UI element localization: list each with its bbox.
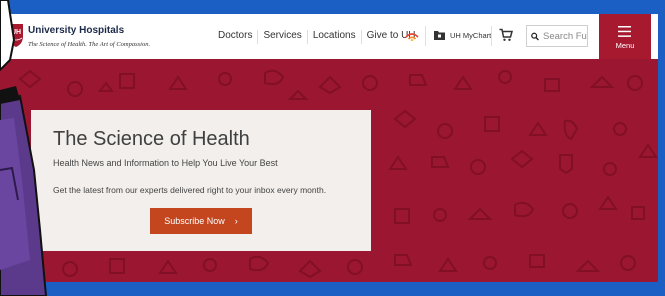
cartoon-character-overlay <box>0 0 48 296</box>
hero-subtitle: Health News and Information to Help You … <box>53 158 278 168</box>
hero-title: The Science of Health <box>53 128 250 150</box>
subscribe-label: Subscribe Now <box>164 216 225 226</box>
site-header: UH University Hospitals The Science of H… <box>0 14 658 60</box>
nav-doctors[interactable]: Doctors <box>218 30 259 44</box>
main-nav: Doctors Services Locations Give to UH <box>218 30 421 44</box>
search-box[interactable] <box>526 25 588 47</box>
signal-icon[interactable] <box>404 28 420 42</box>
chevron-right-icon: › <box>234 216 238 226</box>
cart-icon[interactable] <box>499 28 513 42</box>
menu-label: Menu <box>615 41 635 50</box>
subscribe-button[interactable]: Subscribe Now › <box>150 208 252 234</box>
search-input[interactable] <box>543 30 587 42</box>
header-divider <box>491 26 492 46</box>
hamburger-icon <box>618 26 631 37</box>
webpage: UH University Hospitals The Science of H… <box>0 14 658 282</box>
mychart-link[interactable]: UH MyChart <box>434 28 491 42</box>
menu-button[interactable]: Menu <box>599 14 651 59</box>
folder-icon <box>434 31 445 40</box>
nav-locations[interactable]: Locations <box>308 30 362 44</box>
mychart-label: UH MyChart <box>450 30 492 40</box>
newsletter-card: The Science of Health Health News and In… <box>31 110 371 251</box>
hero-description: Get the latest from our experts delivere… <box>53 185 327 195</box>
hero-banner: The Science of Health Health News and In… <box>0 59 658 282</box>
header-divider <box>425 26 426 46</box>
nav-services[interactable]: Services <box>258 30 308 44</box>
search-icon <box>531 32 539 40</box>
